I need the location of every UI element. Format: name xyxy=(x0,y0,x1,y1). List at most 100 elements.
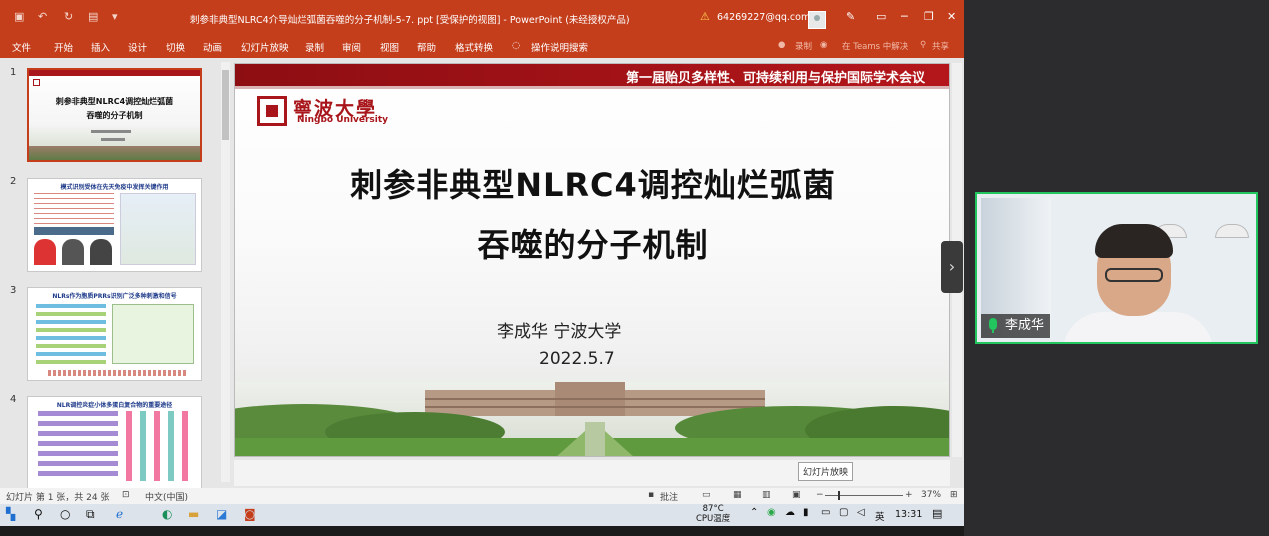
title-bar: ▣ ↶ ↻ ▤ ▾ 刺参非典型NLRC4介导灿烂弧菌吞噬的分子机制-5-7. p… xyxy=(0,0,964,34)
notes-button[interactable]: 批注 xyxy=(660,490,678,503)
conference-title: 第一届贻贝多样性、可持续利用与保护国际学术会议 xyxy=(625,71,925,86)
windows-start-icon[interactable]: ▚ xyxy=(6,507,15,521)
meeting-app-icon[interactable]: ◪ xyxy=(216,507,227,521)
tab-design[interactable]: 设计 xyxy=(128,40,147,54)
cortana-icon[interactable]: ○ xyxy=(60,507,70,521)
tab-file[interactable]: 文件 xyxy=(12,40,31,54)
participant-name-tag: 李成华 xyxy=(981,314,1051,338)
save-icon[interactable]: ▣ xyxy=(14,10,24,23)
ie-browser-icon[interactable]: ℯ xyxy=(116,507,123,521)
cloud-icon[interactable]: ☁ xyxy=(785,507,795,518)
thumb-pathway-diagram xyxy=(112,304,194,364)
slide-canvas[interactable]: 第一届贻贝多样性、可持续利用与保护国际学术会议 寧波大學 Ningbo Univ… xyxy=(234,63,950,457)
university-logo-icon xyxy=(257,96,287,126)
tray-app-icon[interactable]: ◉ xyxy=(767,507,776,518)
minimize-icon[interactable]: ─ xyxy=(901,10,908,23)
participant-glasses xyxy=(1105,268,1163,282)
lightbulb-icon: ◌ xyxy=(512,40,521,51)
zoom-slider-track[interactable] xyxy=(825,495,903,496)
volume-icon[interactable]: ◁ xyxy=(857,507,865,518)
ribbon-display-icon[interactable]: ▭ xyxy=(876,10,886,23)
university-name-en: Ningbo University xyxy=(297,115,389,125)
participant-video[interactable]: 李成华 xyxy=(975,192,1258,344)
scrollbar-thumb[interactable] xyxy=(222,70,229,140)
tab-insert[interactable]: 插入 xyxy=(91,40,110,54)
system-clock[interactable]: 13:31 xyxy=(895,509,922,520)
zoom-slider-thumb[interactable] xyxy=(838,491,840,500)
zoom-in-icon[interactable]: + xyxy=(905,490,913,500)
tab-help[interactable]: 帮助 xyxy=(417,40,436,54)
language-indicator[interactable]: 中文(中国) xyxy=(145,490,188,503)
microphone-icon xyxy=(989,318,997,333)
thumb-author-line xyxy=(91,130,131,133)
thumb-portrait xyxy=(90,239,112,265)
slide-thumbnail-4[interactable]: NLR调控炎症小体多蛋白复合物的重要途径 xyxy=(27,396,202,488)
restore-icon[interactable]: ❐ xyxy=(924,10,934,23)
tray-expand-icon[interactable]: ⌃ xyxy=(750,507,758,518)
thumb-text-block xyxy=(34,193,114,225)
normal-view-icon[interactable]: ▭ xyxy=(702,490,711,500)
comment-icon[interactable]: ▪ xyxy=(648,490,654,500)
tab-slideshow[interactable]: 幻灯片放映 xyxy=(241,40,289,54)
thumb-image-strip xyxy=(34,227,114,235)
thumbnail-pane: 1 刺参非典型NLRC4调控灿烂弧菌 吞噬的分子机制 2 模式识别受体在先天免疫… xyxy=(0,58,232,488)
tab-home[interactable]: 开始 xyxy=(54,40,73,54)
tab-view[interactable]: 视图 xyxy=(380,40,399,54)
thumb-portrait xyxy=(62,239,84,265)
thumb-title: 刺参非典型NLRC4调控灿烂弧菌 xyxy=(55,97,174,106)
slide-thumbnail-2[interactable]: 模式识别受体在先天免疫中发挥关键作用 xyxy=(27,178,202,272)
network-icon[interactable]: ▭ xyxy=(821,507,830,518)
avatar[interactable] xyxy=(808,11,826,29)
ribbon-tabs: 文件 开始 插入 设计 切换 动画 幻灯片放映 录制 审阅 视图 帮助 格式转换… xyxy=(0,34,964,58)
ime-indicator[interactable]: 英 xyxy=(875,509,885,523)
campus-photo xyxy=(235,382,949,456)
thumb-portrait xyxy=(34,239,56,265)
microphone-tray-icon[interactable]: ▮ xyxy=(803,507,809,518)
slide-thumbnail-3[interactable]: NLRs作为胞质PRRs识别广泛多种刺激和信号 xyxy=(27,287,202,381)
video-background-lamp xyxy=(1215,224,1249,238)
thumb-subtitle: 吞噬的分子机制 xyxy=(86,111,143,120)
warning-icon: ⚠ xyxy=(700,10,710,23)
slide-title-line1: 刺参非典型NLRC4调控灿烂弧菌 xyxy=(350,166,836,204)
thumbnail-scrollbar[interactable] xyxy=(221,62,230,482)
slide-thumbnail-1[interactable]: 刺参非典型NLRC4调控灿烂弧菌 吞噬的分子机制 xyxy=(27,68,202,162)
tab-animations[interactable]: 动画 xyxy=(203,40,222,54)
account-email[interactable]: 64269227@qq.com xyxy=(717,12,810,23)
thumb-logo xyxy=(33,79,40,86)
accessibility-icon[interactable]: ⊡ xyxy=(122,490,130,500)
thumb-number: 1 xyxy=(10,67,17,78)
present-from-start-icon[interactable]: ▤ xyxy=(88,10,98,23)
participant-name: 李成华 xyxy=(1005,318,1045,333)
file-explorer-icon[interactable]: ▬ xyxy=(188,507,199,521)
taskbar: ▚ ⚲ ○ ⧉ ℯ ◐ ▬ ◪ ◙ 87°C CPU温度 ⌃ ◉ ☁ ▮ ▭ ▢… xyxy=(0,504,964,526)
tab-transitions[interactable]: 切换 xyxy=(166,40,185,54)
reading-view-icon[interactable]: ▥ xyxy=(762,490,771,500)
tab-review[interactable]: 审阅 xyxy=(342,40,361,54)
zoom-level[interactable]: 37% xyxy=(921,490,941,500)
slideshow-view-icon[interactable]: ▣ xyxy=(792,490,801,500)
display-icon[interactable]: ▢ xyxy=(839,507,848,518)
thumb-date-line xyxy=(101,138,125,141)
notification-icon[interactable]: ▤ xyxy=(932,507,942,520)
redo-icon[interactable]: ↻ xyxy=(64,10,73,23)
task-view-icon[interactable]: ⧉ xyxy=(86,507,95,522)
close-icon[interactable]: ✕ xyxy=(947,10,956,23)
quick-access-dropdown-icon[interactable]: ▾ xyxy=(112,10,118,23)
share-button[interactable]: 共享 xyxy=(932,40,949,52)
tab-record[interactable]: 录制 xyxy=(305,40,324,54)
tab-format-convert[interactable]: 格式转换 xyxy=(455,40,493,54)
powerpoint-window: ▣ ↶ ↻ ▤ ▾ 刺参非典型NLRC4介导灿烂弧菌吞噬的分子机制-5-7. p… xyxy=(0,0,964,536)
record-button[interactable]: 录制 xyxy=(795,40,812,52)
zoom-out-icon[interactable]: − xyxy=(816,490,824,500)
slide-date: 2022.5.7 xyxy=(539,349,615,369)
search-tell-me[interactable]: 操作说明搜索 xyxy=(531,40,588,54)
fit-slide-icon[interactable]: ⊞ xyxy=(950,490,958,500)
chevron-right-icon[interactable]: › xyxy=(941,241,963,293)
powerpoint-taskbar-icon[interactable]: ◙ xyxy=(244,507,256,521)
search-icon[interactable]: ⚲ xyxy=(34,507,43,521)
undo-icon[interactable]: ↶ xyxy=(38,10,47,23)
pen-icon[interactable]: ✎ xyxy=(846,10,855,23)
teams-resolve-button[interactable]: 在 Teams 中解决 xyxy=(842,40,908,52)
slide-sorter-icon[interactable]: ▦ xyxy=(733,490,742,500)
edge-browser-icon[interactable]: ◐ xyxy=(162,507,172,521)
